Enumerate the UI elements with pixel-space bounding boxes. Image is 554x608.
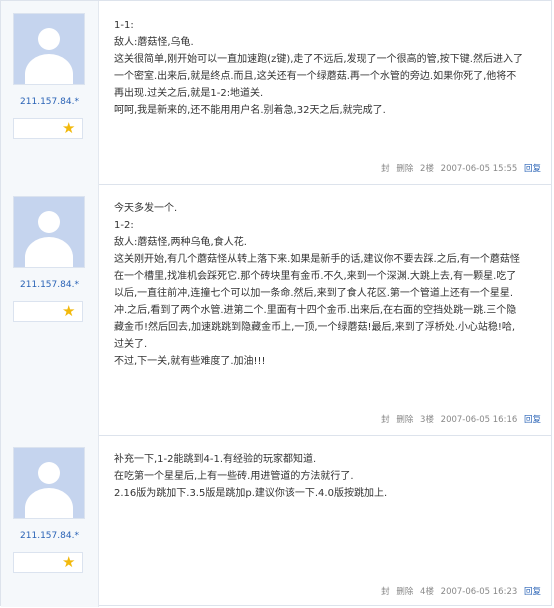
avatar[interactable] xyxy=(13,13,85,85)
post-line: 再出现.过关之后,就是1-2:地道关. xyxy=(114,88,264,99)
author-ip: 211.157.84.* xyxy=(20,280,79,290)
author-ip: 211.157.84.* xyxy=(20,531,79,541)
star-icon: ★ xyxy=(62,553,76,571)
delete-link[interactable]: 删除 xyxy=(396,415,413,425)
post-line: 在一个槽里,找准机会踩死它.那个砖块里有金币.不久,来到一个深渊.大跳上去,有一… xyxy=(114,271,517,282)
post-line: 这关很简单,刚开始可以一直加速跑(z键),走了不远后,发现了一个很高的管,按下键… xyxy=(114,54,523,65)
avatar[interactable] xyxy=(13,447,85,519)
reply-link[interactable]: 回复 xyxy=(524,164,541,174)
reply-link[interactable]: 回复 xyxy=(524,415,541,425)
post-timestamp: 2007-06-05 16:23 xyxy=(440,587,518,597)
seal-link[interactable]: 封 xyxy=(381,164,390,174)
author-sidebar: 211.157.84.* ★ xyxy=(1,435,99,607)
avatar-head-shape xyxy=(38,462,60,484)
post-line: 敌人:蘑菇怪,乌龟. xyxy=(114,37,194,48)
post-content: 今天多发一个. 1-2: 敌人:蘑菇怪,两种乌龟,食人花. 这关刚开始,有几个蘑… xyxy=(114,200,537,370)
post-line: 以后,一直往前冲,连撞七个可以加一条命.然后,来到了食人花区.第一个管道上还有一… xyxy=(114,288,514,299)
thread-list: 211.157.84.* ★ 1-1: 敌人:蘑菇怪,乌龟. 这关很简单,刚开始… xyxy=(0,0,552,607)
avatar-body-shape xyxy=(25,237,73,267)
post-line: 在吃第一个星星后,上有一些砖.用进管道的方法就行了. xyxy=(114,471,354,482)
post-floor-4: 211.157.84.* ★ 补充一下,1-2能跳到4-1.有经验的玩家都知道.… xyxy=(1,435,551,607)
post-meta: 封 删除 2楼 2007-06-05 15:55 回复 xyxy=(377,162,541,174)
floor-number: 2楼 xyxy=(420,164,434,174)
post-line: 冲.之后,看到了两个水管.进第二个.里面有十四个金币.出来后,在右面的空挡处跳一… xyxy=(114,305,517,316)
star-icon: ★ xyxy=(62,119,76,137)
seal-link[interactable]: 封 xyxy=(381,587,390,597)
post-line: 不过,下一关,就有些难度了.加油!!! xyxy=(114,356,266,367)
star-icon: ★ xyxy=(62,302,76,320)
post-line: 藏金币!然后回去,加速跳跳到隐藏金币上,一顶,一个绿蘑菇!最后,来到了浮桥处.小… xyxy=(114,322,516,333)
avatar-body-shape xyxy=(25,488,73,518)
author-ip: 211.157.84.* xyxy=(20,97,79,107)
post-line: 过关了. xyxy=(114,339,148,350)
avatar-head-shape xyxy=(38,211,60,233)
post-line: 一个密室.出来后,就是终点.而且,这关还有一个绿蘑菇.再一个水管的旁边.如果你死… xyxy=(114,71,517,82)
post-meta: 封 删除 4楼 2007-06-05 16:23 回复 xyxy=(377,585,541,597)
post-line: 补充一下,1-2能跳到4-1.有经验的玩家都知道. xyxy=(114,454,317,465)
delete-link[interactable]: 删除 xyxy=(396,164,413,174)
delete-link[interactable]: 删除 xyxy=(396,587,413,597)
post-timestamp: 2007-06-05 15:55 xyxy=(440,164,518,174)
post-meta: 封 删除 3楼 2007-06-05 16:16 回复 xyxy=(377,413,541,425)
avatar-body-shape xyxy=(25,54,73,84)
post-line: 这关刚开始,有几个蘑菇怪从转上落下来.如果是新手的话,建议你不要去踩.之后,有一… xyxy=(114,254,520,265)
post-line: 1-2: xyxy=(114,220,134,231)
seal-link[interactable]: 封 xyxy=(381,415,390,425)
author-sidebar: 211.157.84.* ★ xyxy=(1,1,99,184)
post-line: 敌人:蘑菇怪,两种乌龟,食人花. xyxy=(114,237,247,248)
post-floor-2: 211.157.84.* ★ 1-1: 敌人:蘑菇怪,乌龟. 这关很简单,刚开始… xyxy=(1,1,551,185)
floor-number: 4楼 xyxy=(420,587,434,597)
post-line: 1-1: xyxy=(114,20,134,31)
avatar[interactable] xyxy=(13,196,85,268)
post-line: 呵呵,我是新来的,还不能用用户名.别着急,32天之后,就完成了. xyxy=(114,105,386,116)
post-line: 今天多发一个. xyxy=(114,203,178,214)
post-content: 补充一下,1-2能跳到4-1.有经验的玩家都知道. 在吃第一个星星后,上有一些砖… xyxy=(114,451,537,502)
post-floor-3: 211.157.84.* ★ 今天多发一个. 1-2: 敌人:蘑菇怪,两种乌龟,… xyxy=(1,184,551,436)
post-line: 2.16版为跳加下.3.5版是跳加p.建议你该一下.4.0版按跳加上. xyxy=(114,488,388,499)
post-content: 1-1: 敌人:蘑菇怪,乌龟. 这关很简单,刚开始可以一直加速跑(z键),走了不… xyxy=(114,17,537,119)
reply-link[interactable]: 回复 xyxy=(524,587,541,597)
floor-number: 3楼 xyxy=(420,415,434,425)
post-timestamp: 2007-06-05 16:16 xyxy=(440,415,518,425)
author-sidebar: 211.157.84.* ★ xyxy=(1,184,99,435)
avatar-head-shape xyxy=(38,28,60,50)
